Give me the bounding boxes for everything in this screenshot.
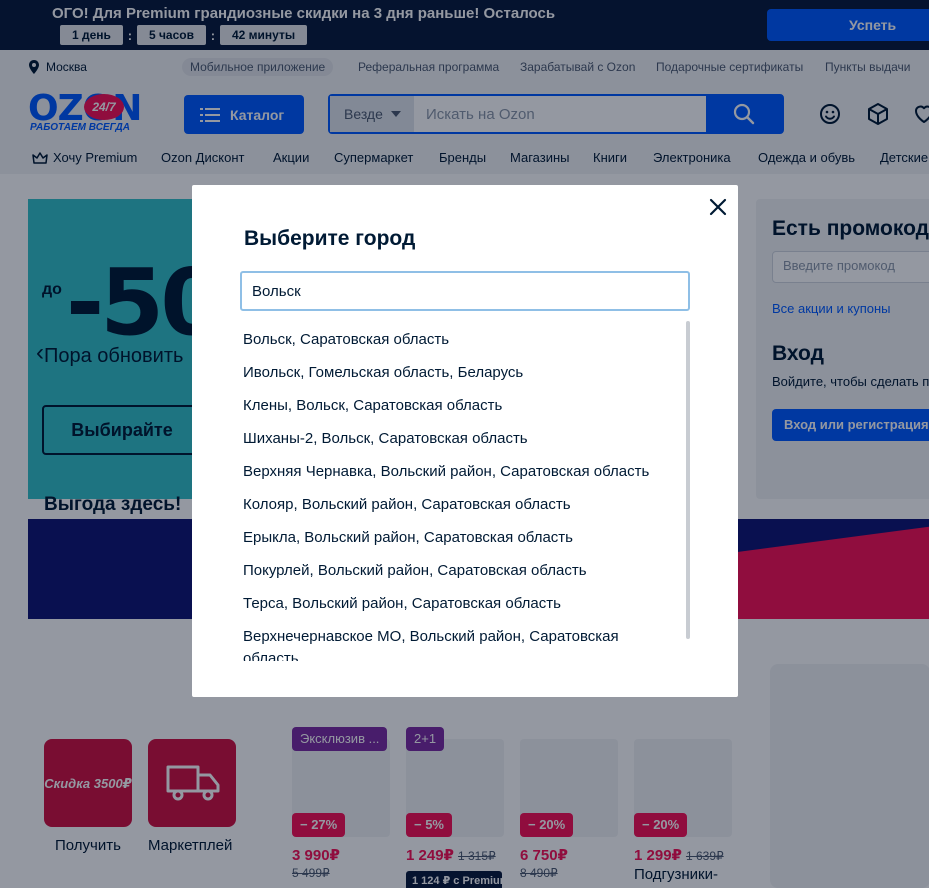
city-results-list: Вольск, Саратовская область Ивольск, Гом… <box>240 321 692 661</box>
city-result-item[interactable]: Вольск, Саратовская область <box>243 329 663 351</box>
city-result-item[interactable]: Терса, Вольский район, Саратовская облас… <box>243 593 663 615</box>
results-scrollbar[interactable] <box>686 321 690 639</box>
city-select-modal: Выберите город Вольск, Саратовская облас… <box>192 185 738 697</box>
city-search-input[interactable] <box>240 271 690 311</box>
close-icon[interactable] <box>706 195 730 219</box>
city-result-item[interactable]: Колояр, Вольский район, Саратовская обла… <box>243 494 663 516</box>
city-result-item[interactable]: Верхнечернавское МО, Вольский район, Сар… <box>243 626 643 661</box>
city-result-item[interactable]: Шиханы-2, Вольск, Саратовская область <box>243 428 663 450</box>
city-result-item[interactable]: Ивольск, Гомельская область, Беларусь <box>243 362 663 384</box>
city-result-item[interactable]: Клены, Вольск, Саратовская область <box>243 395 663 417</box>
city-result-item[interactable]: Покурлей, Вольский район, Саратовская об… <box>243 560 663 582</box>
city-result-item[interactable]: Верхняя Чернавка, Вольский район, Сарато… <box>243 461 663 483</box>
city-result-item[interactable]: Ерыкла, Вольский район, Саратовская обла… <box>243 527 663 549</box>
modal-title: Выберите город <box>244 227 416 250</box>
